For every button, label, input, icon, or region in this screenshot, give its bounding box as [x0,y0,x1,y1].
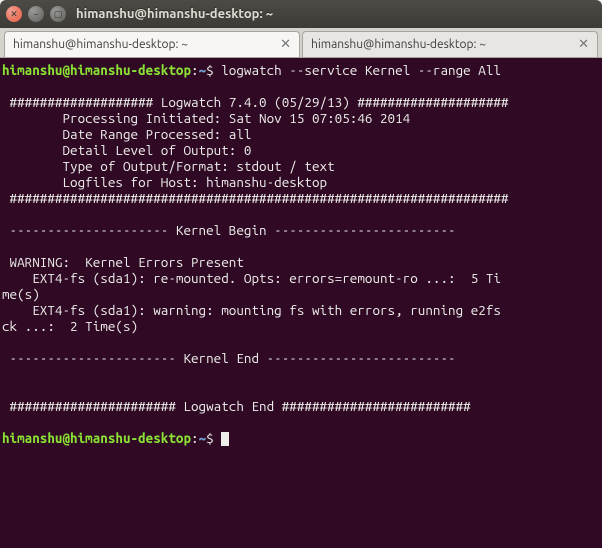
output-line: Logfiles for Host: himanshu-desktop [2,174,327,190]
prompt-user: himanshu@himanshu-desktop [2,430,191,446]
window-titlebar: ✕ – ▢ himanshu@himanshu-desktop: ~ [0,0,602,28]
output-line: Detail Level of Output: 0 [2,142,251,158]
output-line [2,334,10,350]
command-text: logwatch --service Kernel --range All [221,62,501,78]
window-title: himanshu@himanshu-desktop: ~ [76,7,273,21]
output-line: ---------------------- Kernel End ------… [2,350,463,366]
output-line: WARNING: Kernel Errors Present [2,254,244,270]
tab-label: himanshu@himanshu-desktop: ~ [311,38,486,51]
output-line [2,206,10,222]
output-line: EXT4-fs (sda1): warning: mounting fs wit… [2,302,501,318]
output-line: ########################################… [2,190,516,206]
prompt-suffix: $ [206,62,214,78]
close-icon[interactable]: ✕ [6,6,22,22]
output-line: Type of Output/Format: stdout / text [2,158,335,174]
close-icon[interactable]: ✕ [578,37,589,52]
prompt-suffix: $ [206,430,214,446]
cursor [221,432,229,446]
output-line: Date Range Processed: all [2,126,251,142]
output-line: Processing Initiated: Sat Nov 15 07:05:4… [2,110,410,126]
prompt-sep: : [191,62,199,78]
maximize-icon[interactable]: ▢ [50,6,66,22]
tab-bar: himanshu@himanshu-desktop: ~ ✕ himanshu@… [0,28,602,58]
output-line: --------------------- Kernel Begin -----… [2,222,463,238]
prompt-user: himanshu@himanshu-desktop [2,62,191,78]
output-line: ################### Logwatch 7.4.0 (05/2… [2,94,516,110]
prompt-path: ~ [199,62,207,78]
close-icon[interactable]: ✕ [280,37,291,52]
prompt-sep: : [191,430,199,446]
prompt-path: ~ [199,430,207,446]
minimize-icon[interactable]: – [28,6,44,22]
output-line [2,382,10,398]
output-line: ck ...: 2 Time(s) [2,318,138,334]
output-line: EXT4-fs (sda1): re-mounted. Opts: errors… [2,270,501,286]
terminal-output[interactable]: himanshu@himanshu-desktop:~$ logwatch --… [0,58,602,548]
output-line: ###################### Logwatch End ####… [2,398,478,414]
tab-label: himanshu@himanshu-desktop: ~ [13,38,188,51]
output-line: me(s) [2,286,40,302]
window-controls: ✕ – ▢ [6,6,66,22]
tab-1[interactable]: himanshu@himanshu-desktop: ~ ✕ [4,31,300,57]
tab-2[interactable]: himanshu@himanshu-desktop: ~ ✕ [302,31,598,57]
